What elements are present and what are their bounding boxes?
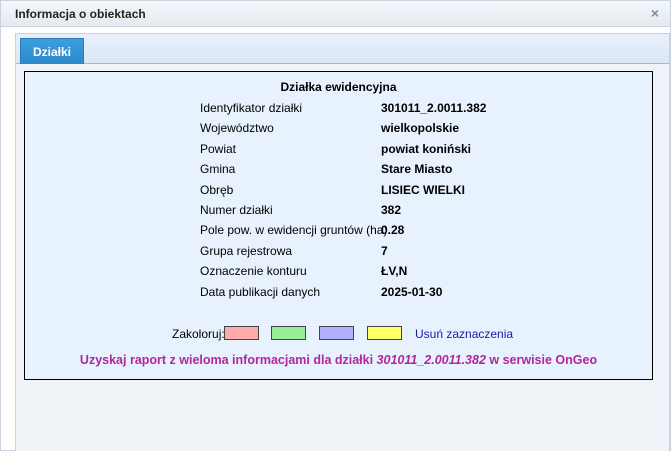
color-swatch-red[interactable] [224,326,259,340]
info-window: Informacja o obiektach × Działki Działka… [0,0,671,451]
report-prefix: Uzyskaj raport z wieloma informacjami dl… [79,353,377,367]
tab-dzialki[interactable]: Działki [20,38,85,64]
attribute-label: Identyfikator działki [200,101,303,115]
window-body: Działki Działka ewidencyjna Identyfikato… [15,33,670,451]
clear-selection-link[interactable]: Usuń zaznaczenia [415,327,513,341]
attribute-value: wielkopolskie [381,121,460,136]
panel-heading: Działka ewidencyjna [280,80,397,94]
attribute-label: Grupa rejestrowa [200,243,293,258]
tab-strip: Działki [16,34,669,64]
attribute-value: 382 [381,202,402,217]
attribute-label: Gmina [200,162,236,177]
attribute-value: 7 [381,243,388,258]
color-swatch-green[interactable] [271,326,306,340]
report-parcel-id: 301011_2.0011.382 [376,353,486,367]
attribute-value: ŁV,N [381,264,408,279]
color-swatch-yellow[interactable] [367,326,402,340]
report-suffix: w serwisie OnGeo [485,353,598,367]
attribute-value: LISIEC WIELKI [381,182,465,197]
close-icon[interactable]: × [648,6,662,20]
attribute-value: 301011_2.0011.382 [381,101,487,115]
window-titlebar[interactable]: Informacja o obiektach × [1,1,670,27]
window-title: Informacja o obiektach [15,7,146,21]
attribute-label: Obręb [200,182,234,197]
parcel-info-panel: Działka ewidencyjna Identyfikator działk… [24,71,653,380]
attribute-label: Powiat [200,141,237,156]
attribute-value: Stare Miasto [381,162,453,177]
color-swatch-blue[interactable] [319,326,354,340]
colorize-label: Zakoloruj: [172,327,225,341]
attribute-label: Data publikacji danych [200,284,321,299]
attribute-label: Województwo [200,121,274,136]
attribute-label: Pole pow. w ewidencji gruntów (ha) [200,223,388,238]
attribute-label: Numer działki [200,202,273,217]
attribute-value: powiat koniński [381,141,472,156]
attribute-label: Oznaczenie konturu [200,264,307,279]
ongeo-report-link[interactable]: Uzyskaj raport z wieloma informacjami dl… [25,353,652,367]
attribute-value: 2025-01-30 [381,284,443,299]
attribute-value: 0.28 [381,223,405,238]
